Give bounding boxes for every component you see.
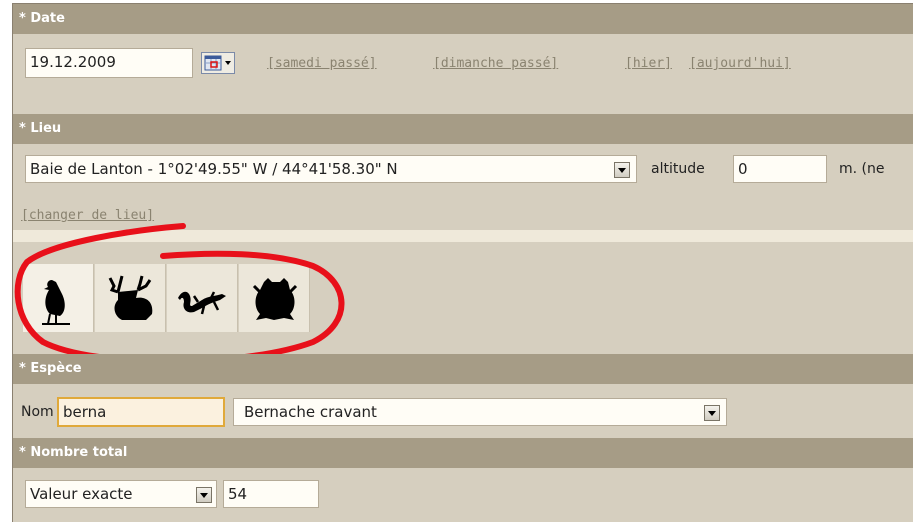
- lieu-header-label: Lieu: [30, 121, 62, 136]
- chevron-down-icon: [196, 487, 212, 503]
- count-mode-select[interactable]: Valeur exacte: [25, 480, 217, 508]
- shortcut-today-link[interactable]: [aujourd'hui]: [689, 56, 791, 71]
- species-select-value: Bernache cravant: [244, 403, 377, 421]
- observation-form: * Date 19.12.2009 [samedi passé] [dimanc…: [12, 3, 913, 522]
- change-location-link[interactable]: [changer de lieu]: [21, 208, 154, 223]
- altitude-label: altitude: [651, 161, 705, 177]
- shortcut-last-sunday-link[interactable]: [dimanche passé]: [433, 56, 558, 71]
- shortcut-yesterday-link[interactable]: [hier]: [625, 56, 672, 71]
- lieu-select-value: Baie de Lanton - 1°02'49.55" W / 44°41'5…: [30, 160, 398, 178]
- count-input[interactable]: 54: [223, 480, 319, 508]
- shortcut-last-saturday-link[interactable]: [samedi passé]: [267, 56, 377, 71]
- required-marker: *: [19, 445, 26, 460]
- altitude-input[interactable]: 0: [733, 155, 827, 183]
- nombre-header-label: Nombre total: [30, 445, 128, 460]
- altitude-unit-note: m. (ne: [839, 161, 885, 177]
- required-marker: *: [19, 361, 26, 376]
- date-input[interactable]: 19.12.2009: [25, 48, 193, 78]
- required-marker: *: [19, 11, 26, 26]
- annotation-circle: [14, 223, 345, 365]
- calendar-button[interactable]: [201, 52, 235, 74]
- species-search-input[interactable]: berna: [57, 397, 225, 427]
- espece-section-header: * Espèce: [13, 354, 913, 384]
- lieu-section-header: * Lieu: [13, 114, 913, 144]
- calendar-icon: [204, 55, 231, 71]
- species-select[interactable]: Bernache cravant: [233, 398, 727, 426]
- chevron-down-icon: [704, 405, 720, 421]
- date-row: 19.12.2009 [samedi passé] [dimanche pass…: [13, 34, 913, 90]
- date-section-header: * Date: [13, 4, 913, 34]
- nombre-section-header: * Nombre total: [13, 438, 913, 468]
- count-mode-value: Valeur exacte: [30, 485, 133, 503]
- required-marker: *: [19, 121, 26, 136]
- espece-header-label: Espèce: [30, 361, 82, 376]
- chevron-down-icon: [614, 162, 630, 178]
- lieu-select[interactable]: Baie de Lanton - 1°02'49.55" W / 44°41'5…: [25, 155, 637, 183]
- date-header-label: Date: [30, 11, 65, 26]
- nom-label: Nom: [21, 404, 54, 420]
